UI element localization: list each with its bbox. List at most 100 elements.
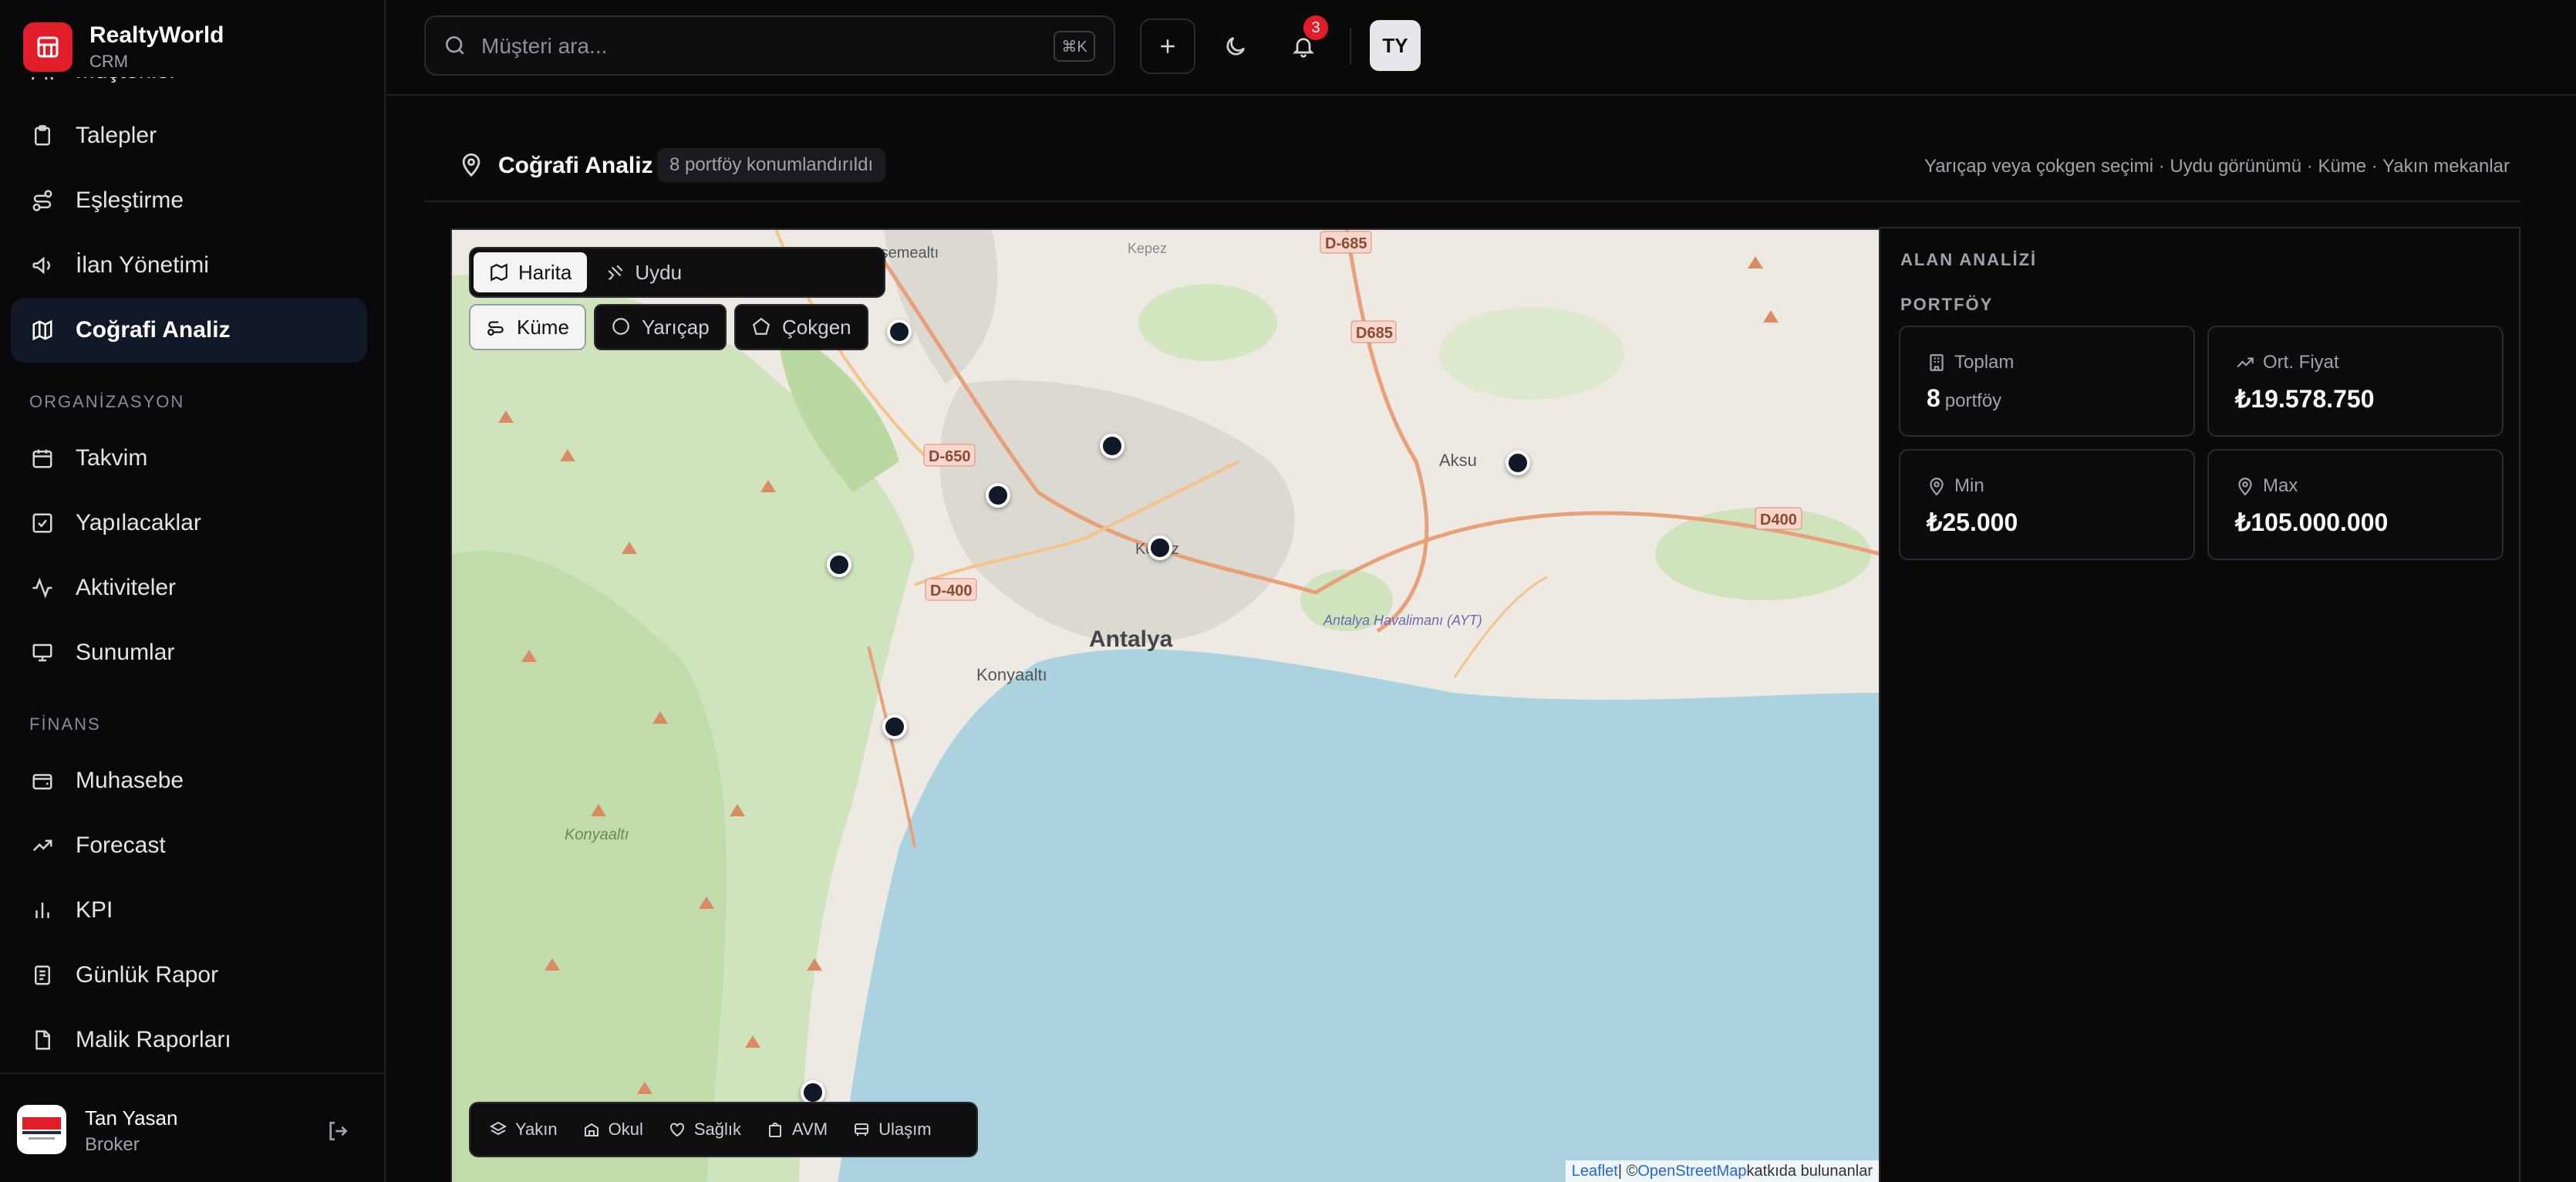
sidebar-item-ilan-yonetimi[interactable]: İlan Yönetimi bbox=[11, 233, 367, 298]
file-icon bbox=[29, 1027, 56, 1053]
sidebar-item-yapilacaklar[interactable]: Yapılacaklar bbox=[11, 491, 367, 556]
stat-label: Min bbox=[1954, 475, 1984, 496]
portfolio-marker[interactable] bbox=[827, 552, 851, 577]
stat-card-total: Toplam 8 portföy bbox=[1899, 326, 2195, 437]
sidebar-item-forecast[interactable]: Forecast bbox=[11, 813, 367, 878]
realty-world-logo-icon bbox=[22, 1117, 61, 1140]
stat-card-min: Min ₺25.000 bbox=[1899, 449, 2195, 560]
leaflet-link[interactable]: Leaflet bbox=[1572, 1163, 1618, 1180]
portfolio-marker[interactable] bbox=[887, 319, 912, 344]
view-satellite-button[interactable]: Uydu bbox=[590, 251, 697, 294]
logout-icon[interactable] bbox=[325, 1119, 353, 1147]
portfolio-marker[interactable] bbox=[882, 714, 907, 739]
sidebar-item-sunumlar[interactable]: Sunumlar bbox=[11, 620, 367, 685]
user-avatar-button[interactable]: TY bbox=[1370, 20, 1421, 71]
sidebar-item-talepler[interactable]: Talepler bbox=[11, 103, 367, 168]
sidebar-item-gunluk-rapor[interactable]: Günlük Rapor bbox=[11, 943, 367, 1008]
theme-toggle-button[interactable] bbox=[1208, 19, 1263, 74]
poi-school-button[interactable]: Okul bbox=[570, 1108, 656, 1151]
sidebar-item-label: Malik Raporları bbox=[76, 1027, 231, 1052]
notifications-button[interactable]: 3 bbox=[1276, 15, 1331, 74]
sidebar-item-label: İlan Yönetimi bbox=[76, 252, 209, 278]
tool-polygon-button[interactable]: Çokgen bbox=[734, 304, 868, 350]
route-icon bbox=[486, 316, 507, 338]
sidebar-item-eslestirme[interactable]: Eşleştirme bbox=[11, 168, 367, 233]
road-label-d685: D-685 bbox=[1325, 235, 1367, 252]
map-label-airport: Antalya Havalimanı (AYT) bbox=[1323, 613, 1482, 628]
map-tiles: D-685 D685 D-650 D-400 D400 Antalya Kony… bbox=[452, 230, 1879, 1182]
sidebar-item-label: KPI bbox=[76, 897, 113, 923]
poi-filter-bar: Yakın Okul Sağlık AVM Ulaşım bbox=[469, 1102, 978, 1157]
osm-link[interactable]: OpenStreetMap bbox=[1637, 1163, 1746, 1180]
sidebar-item-label: Takvim bbox=[76, 445, 148, 471]
tool-radius-button[interactable]: Yarıçap bbox=[594, 304, 727, 350]
sidebar-item-label: Günlük Rapor bbox=[76, 962, 219, 988]
road-label-d650: D-650 bbox=[929, 448, 970, 465]
page-title: Coğrafi Analiz bbox=[498, 153, 653, 178]
portfolio-marker[interactable] bbox=[1148, 535, 1172, 560]
poi-nearby-button[interactable]: Yakın bbox=[477, 1108, 570, 1151]
sidebar-item-label: Talepler bbox=[76, 123, 157, 148]
moon-icon bbox=[1226, 37, 1245, 56]
app-root: RealtyWorld CRM Müşteriler Talepler Eşle… bbox=[0, 0, 2576, 1182]
sidebar-item-muhasebe[interactable]: Muhasebe bbox=[11, 748, 367, 813]
calendar-icon bbox=[29, 445, 56, 471]
road-label-d400-b: D400 bbox=[1760, 512, 1797, 529]
sidebar-item-label: Yapılacaklar bbox=[76, 510, 201, 535]
poi-health-label: Sağlık bbox=[693, 1120, 742, 1139]
portfolio-marker[interactable] bbox=[1505, 451, 1530, 475]
bus-icon bbox=[852, 1120, 871, 1139]
route-icon bbox=[29, 187, 56, 214]
map-label-aksu: Aksu bbox=[1439, 451, 1477, 470]
panel-subtitle: PORTFÖY bbox=[1900, 295, 1994, 314]
portfolio-marker[interactable] bbox=[986, 483, 1010, 508]
road-label-d400: D-400 bbox=[930, 583, 972, 599]
sidebar-item-cografi-analiz[interactable]: Coğrafi Analiz bbox=[11, 298, 367, 363]
stat-card-max: Max ₺105.000.000 bbox=[2207, 449, 2504, 560]
trending-up-icon bbox=[29, 832, 56, 859]
brand[interactable]: RealtyWorld CRM bbox=[23, 19, 224, 76]
add-button[interactable] bbox=[1140, 19, 1195, 74]
users-icon bbox=[29, 77, 56, 84]
sidebar-item-aktiviteler[interactable]: Aktiviteler bbox=[11, 556, 367, 620]
map-icon bbox=[489, 262, 509, 282]
map-canvas[interactable]: D-685 D685 D-650 D-400 D400 Antalya Kony… bbox=[450, 228, 1879, 1182]
sidebar-item-takvim[interactable]: Takvim bbox=[11, 426, 367, 491]
tool-cluster-button[interactable]: Küme bbox=[469, 304, 586, 350]
page-hint: Yarıçap veya çokgen seçimi · Uydu görünü… bbox=[1924, 156, 2510, 177]
top-header: ⌘K 3 TY bbox=[386, 0, 2576, 96]
map-label-konyaalti: Konyaaltı bbox=[976, 665, 1047, 684]
map-pin-icon bbox=[458, 151, 486, 179]
sidebar-item-label: Eşleştirme bbox=[76, 187, 184, 213]
view-map-button[interactable]: Harita bbox=[474, 252, 588, 292]
pentagon-icon bbox=[751, 316, 773, 338]
building-icon bbox=[1927, 353, 1947, 373]
trending-up-icon bbox=[2235, 353, 2255, 373]
brand-sub: CRM bbox=[89, 52, 129, 71]
attribution-separator: | © bbox=[1617, 1162, 1638, 1180]
circle-icon bbox=[611, 316, 632, 338]
user-avatar[interactable] bbox=[17, 1105, 66, 1154]
heart-icon bbox=[668, 1120, 686, 1139]
user-name: Tan Yasan bbox=[85, 1106, 178, 1130]
search-input[interactable] bbox=[481, 28, 975, 65]
sidebar-item-kpi[interactable]: KPI bbox=[11, 878, 367, 943]
portfolio-marker[interactable] bbox=[1100, 434, 1124, 458]
stat-value: ₺19.578.750 bbox=[2235, 385, 2375, 413]
brand-logo-icon bbox=[23, 22, 72, 72]
poi-school-label: Okul bbox=[608, 1120, 643, 1139]
stat-card-avg-price: Ort. Fiyat ₺19.578.750 bbox=[2207, 326, 2504, 437]
map-pin-icon bbox=[1927, 476, 1947, 496]
poi-health-button[interactable]: Sağlık bbox=[656, 1108, 754, 1151]
portfolio-count-chip: 8 portföy konumlandırıldı bbox=[657, 148, 886, 182]
sidebar-item-label: Aktiviteler bbox=[76, 575, 177, 600]
sidebar-item-malik-raporlari[interactable]: Malik Raporları bbox=[11, 1008, 367, 1072]
shopping-bag-icon bbox=[766, 1120, 784, 1139]
sidebar-item-musteriler[interactable]: Müşteriler bbox=[11, 77, 367, 103]
map-attribution: Leaflet | © OpenStreetMap katkıda buluna… bbox=[1565, 1160, 1879, 1182]
sidebar-item-label: Forecast bbox=[76, 832, 166, 858]
poi-mall-button[interactable]: AVM bbox=[754, 1108, 840, 1151]
panel-title: ALAN ANALİZİ bbox=[1900, 250, 2038, 269]
report-icon bbox=[29, 962, 56, 988]
poi-transport-button[interactable]: Ulaşım bbox=[840, 1108, 943, 1151]
